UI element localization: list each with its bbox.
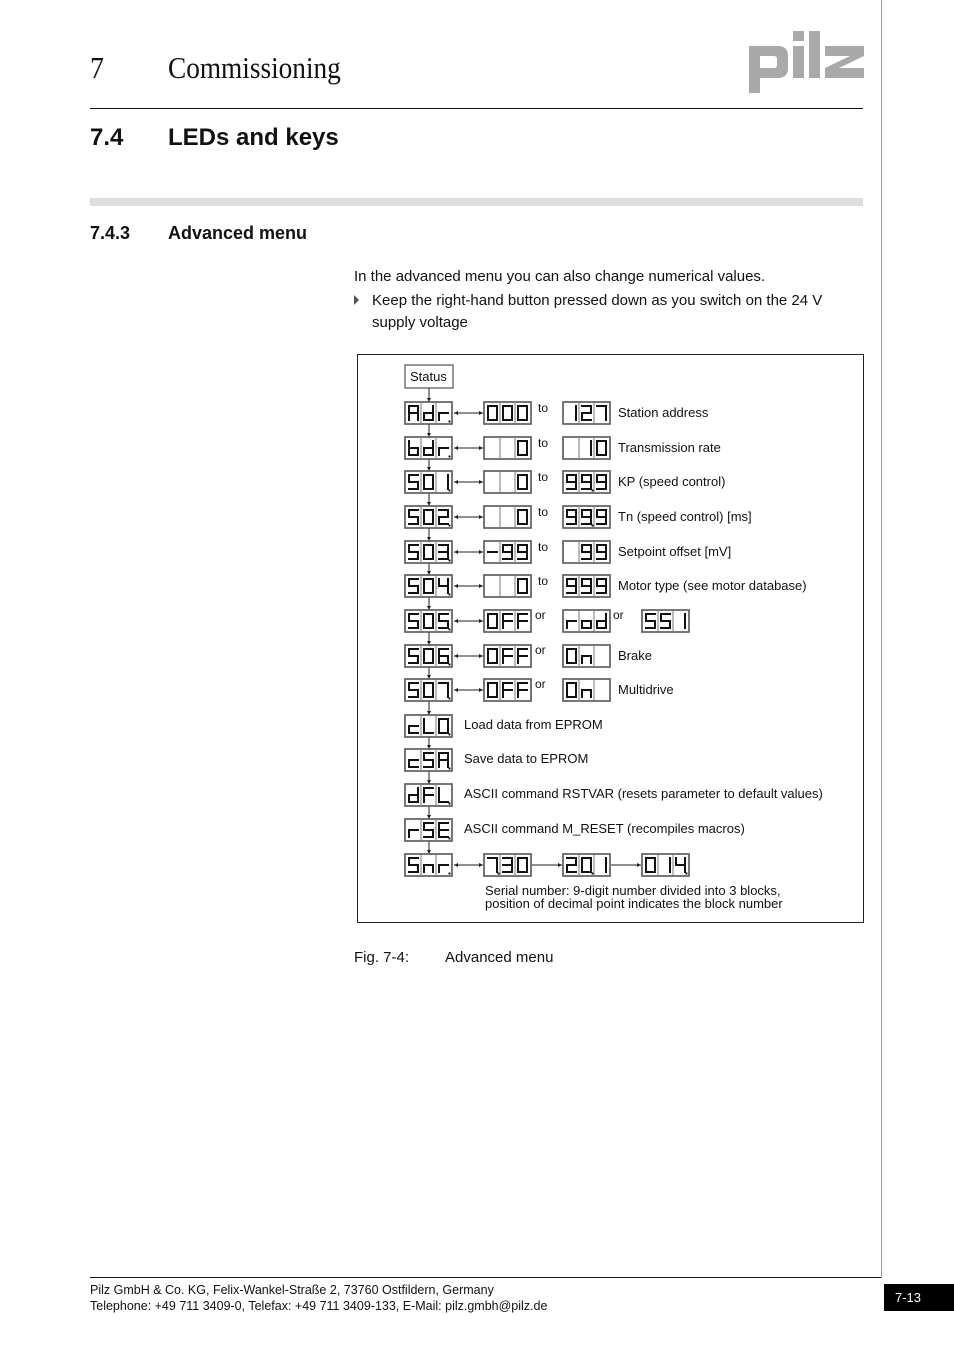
arrow-head-icon bbox=[454, 619, 458, 623]
decimal-point bbox=[448, 663, 451, 666]
decimal-point bbox=[448, 872, 451, 875]
chapter-title: Commissioning bbox=[168, 50, 341, 85]
figure-caption-text: Advanced menu bbox=[445, 949, 554, 966]
arrow-head-icon bbox=[479, 654, 483, 658]
footer-address: Pilz GmbH & Co. KG, Felix-Wankel-Straße … bbox=[90, 1283, 494, 1297]
intro-paragraph: In the advanced menu you can also change… bbox=[354, 268, 766, 285]
arrow-head-icon bbox=[479, 688, 483, 692]
bullet-triangle-icon bbox=[354, 295, 359, 305]
arrow-head-icon bbox=[454, 550, 458, 554]
parameter-description: Multidrive bbox=[618, 682, 674, 697]
header-rule bbox=[90, 108, 863, 109]
parameter-description: Station address bbox=[618, 405, 709, 420]
command-description: Load data from EPROM bbox=[464, 717, 603, 732]
parameter-description: Setpoint offset [mV] bbox=[618, 544, 731, 559]
decimal-point bbox=[448, 767, 451, 770]
arrow-head-icon bbox=[479, 411, 483, 415]
command-description: Save data to EPROM bbox=[464, 751, 588, 766]
subsection-title: Advanced menu bbox=[168, 223, 308, 243]
decimal-point bbox=[448, 559, 451, 562]
connector-word: to bbox=[538, 540, 548, 554]
margin-line bbox=[881, 0, 882, 1278]
subsection-number: 7.4.3 bbox=[90, 223, 131, 243]
section-divider-bar bbox=[90, 198, 863, 206]
connector-word: or bbox=[535, 677, 546, 691]
decimal-point bbox=[497, 872, 500, 875]
decimal-point bbox=[591, 524, 594, 527]
arrow-head-icon bbox=[454, 411, 458, 415]
decimal-point bbox=[591, 872, 594, 875]
decimal-point bbox=[448, 697, 451, 700]
menu-diagram: Status to Station address to Transmission ra… bbox=[404, 364, 823, 911]
command-description: ASCII command RSTVAR (resets parameter t… bbox=[464, 786, 823, 801]
arrow-head-icon bbox=[479, 446, 483, 450]
decimal-point bbox=[591, 489, 594, 492]
arrow-head-icon bbox=[479, 619, 483, 623]
connector-word: to bbox=[538, 505, 548, 519]
chapter-number: 7 bbox=[90, 50, 104, 85]
decimal-point bbox=[448, 733, 451, 736]
footer-contact: Telephone: +49 711 3409-0, Telefax: +49 … bbox=[90, 1299, 548, 1313]
arrow-head-icon bbox=[454, 688, 458, 692]
connector-word: or bbox=[613, 608, 624, 622]
decimal-point bbox=[448, 802, 451, 805]
parameter-description: Tn (speed control) [ms] bbox=[618, 509, 752, 524]
status-label: Status bbox=[410, 369, 447, 384]
serial-note: position of decimal point indicates the … bbox=[485, 896, 783, 911]
instruction-bullet: Keep the right-hand button pressed down … bbox=[372, 292, 823, 331]
decimal-point bbox=[448, 524, 451, 527]
arrow-head-icon bbox=[479, 515, 483, 519]
page-number: 7-13 bbox=[884, 1284, 954, 1311]
connector-word: to bbox=[538, 401, 548, 415]
arrow-head-icon bbox=[479, 863, 483, 867]
parameter-description: Brake bbox=[618, 648, 652, 663]
arrow-head-icon bbox=[454, 584, 458, 588]
connector-word: or bbox=[535, 608, 546, 622]
advanced-menu-figure: Status to Station address to Transmission ra… bbox=[357, 354, 864, 923]
section-number: 7.4 bbox=[90, 124, 124, 151]
connector-word: to bbox=[538, 470, 548, 484]
arrow-head-icon bbox=[479, 584, 483, 588]
arrow-head-icon bbox=[454, 515, 458, 519]
decimal-point bbox=[448, 489, 451, 492]
connector-word: or bbox=[535, 643, 546, 657]
arrow-head-icon bbox=[454, 654, 458, 658]
arrow-head-icon bbox=[454, 446, 458, 450]
decimal-point bbox=[448, 420, 451, 423]
arrow-head-icon bbox=[479, 480, 483, 484]
arrow-head-icon bbox=[637, 863, 641, 867]
arrow-head-icon bbox=[454, 480, 458, 484]
decimal-point bbox=[685, 872, 688, 875]
arrow-head-icon bbox=[558, 863, 562, 867]
parameter-description: Transmission rate bbox=[618, 440, 721, 455]
figure-caption-label: Fig. 7-4: bbox=[354, 949, 410, 966]
connector-word: to bbox=[538, 436, 548, 450]
decimal-point bbox=[448, 628, 451, 631]
decimal-point bbox=[448, 837, 451, 840]
arrow-head-icon bbox=[479, 550, 483, 554]
decimal-point bbox=[448, 455, 451, 458]
pilz-logo bbox=[749, 31, 864, 93]
decimal-point bbox=[448, 593, 451, 596]
parameter-description: KP (speed control) bbox=[618, 474, 725, 489]
command-description: ASCII command M_RESET (recompiles macros… bbox=[464, 821, 745, 836]
section-title: LEDs and keys bbox=[168, 124, 339, 151]
parameter-description: Motor type (see motor database) bbox=[618, 578, 807, 593]
connector-word: to bbox=[538, 574, 548, 588]
footer-rule bbox=[90, 1277, 881, 1278]
arrow-head-icon bbox=[454, 863, 458, 867]
